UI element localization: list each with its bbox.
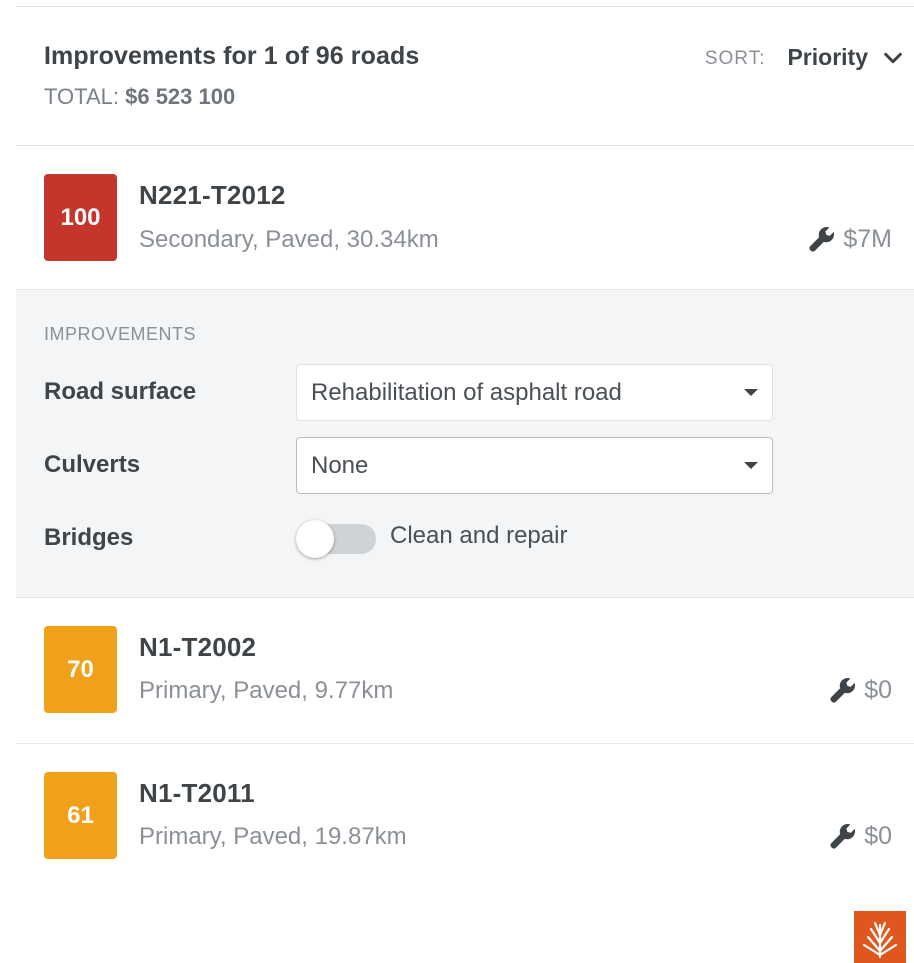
total-value: $6 523 100 <box>125 84 236 109</box>
road-surface-label: Road surface <box>44 378 197 405</box>
sort-dropdown[interactable]: Priority <box>787 44 868 71</box>
road-cost: $0 <box>828 821 892 851</box>
improvements-panel: IMPROVEMENTS Road surface Rehabilitation… <box>16 290 914 598</box>
wheat-logo-icon <box>854 911 906 963</box>
road-item-n1-t2011[interactable]: 61 N1-T2011 Primary, Paved, 19.87km $0 <box>16 744 914 890</box>
road-item-n1-t2002[interactable]: 70 N1-T2002 Primary, Paved, 9.77km $0 <box>16 598 914 744</box>
list-header: Improvements for 1 of 96 roads TOTAL: $6… <box>16 8 914 146</box>
wrench-icon <box>809 227 835 252</box>
road-description: Secondary, Paved, 30.34km <box>139 226 439 253</box>
wheat-logo-glyph <box>862 921 898 959</box>
priority-score: 70 <box>67 655 94 683</box>
culverts-label: Culverts <box>44 451 141 478</box>
road-name: N1-T2002 <box>139 632 257 662</box>
bridges-toggle[interactable] <box>296 520 376 558</box>
priority-badge: 100 <box>44 174 117 261</box>
caret-down-icon <box>744 462 758 469</box>
total-cost: TOTAL: $6 523 100 <box>44 84 235 110</box>
road-description: Primary, Paved, 9.77km <box>139 677 394 704</box>
priority-badge: 70 <box>44 626 117 713</box>
road-name: N1-T2011 <box>139 778 255 808</box>
road-name: N221-T2012 <box>139 180 286 210</box>
improvements-heading: IMPROVEMENTS <box>44 324 197 344</box>
priority-badge: 61 <box>44 772 117 859</box>
road-cost-value: $0 <box>864 675 892 704</box>
bridges-label: Bridges <box>44 524 134 551</box>
road-cost-value: $7M <box>843 224 892 253</box>
priority-score: 100 <box>60 203 101 231</box>
wrench-icon <box>830 824 856 849</box>
road-surface-value: Rehabilitation of asphalt road <box>311 379 622 406</box>
culverts-select[interactable]: None <box>296 437 773 494</box>
chevron-down-icon[interactable] <box>882 47 904 69</box>
road-cost-value: $0 <box>864 821 892 850</box>
road-cost: $7M <box>807 224 892 254</box>
page-title: Improvements for 1 of 96 roads <box>44 42 420 70</box>
sort-control[interactable]: SORT: Priority <box>705 44 904 71</box>
toggle-knob[interactable] <box>296 520 334 558</box>
caret-down-icon <box>744 389 758 396</box>
road-cost: $0 <box>828 675 892 705</box>
road-description: Primary, Paved, 19.87km <box>139 823 407 850</box>
priority-score: 61 <box>67 801 94 829</box>
top-divider <box>16 6 914 7</box>
bridges-toggle-label: Clean and repair <box>390 522 568 549</box>
road-surface-select[interactable]: Rehabilitation of asphalt road <box>296 364 773 421</box>
total-label: TOTAL: <box>44 84 119 109</box>
wrench-icon <box>830 678 856 703</box>
road-item-n221-t2012[interactable]: 100 N221-T2012 Secondary, Paved, 30.34km… <box>16 146 914 290</box>
sort-label: SORT: <box>704 47 766 69</box>
culverts-value: None <box>311 452 369 479</box>
